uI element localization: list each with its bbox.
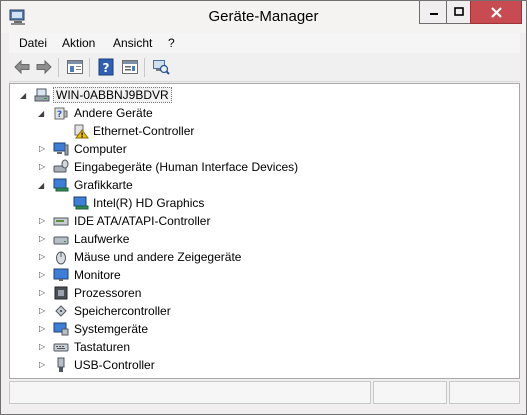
maximize-button[interactable] <box>446 1 472 24</box>
tree-item-label: Eingabegeräte (Human Interface Devices) <box>74 160 299 174</box>
tree-root[interactable]: ◢ WIN-0ABBNJ9BDVR <box>10 86 410 104</box>
storage-controller-icon <box>55 305 67 317</box>
processor-icon <box>54 286 68 300</box>
tree-item-systemgeraete[interactable]: ▷ Systemgeräte <box>10 320 410 338</box>
tree-item-tastaturen[interactable]: ▷ Tastaturen <box>10 338 410 356</box>
menu-help[interactable]: ? <box>168 36 175 50</box>
status-panel <box>373 381 447 404</box>
display-adapter-icon <box>53 178 69 192</box>
menu-aktion[interactable]: Aktion <box>62 36 95 50</box>
system-devices-icon <box>53 322 69 336</box>
computer-icon <box>53 142 69 156</box>
tree-item-maeuse[interactable]: ▷ Mäuse und andere Zeigegeräte <box>10 248 410 266</box>
toolbar-separator <box>144 58 145 77</box>
collapse-arrow-icon[interactable]: ◢ <box>20 92 28 100</box>
tree-item-speichercontroller[interactable]: ▷ Speichercontroller <box>10 302 410 320</box>
status-bar <box>9 379 520 406</box>
status-panel <box>449 381 520 404</box>
forward-arrow-icon[interactable] <box>35 58 53 76</box>
menu-datei[interactable]: Datei <box>19 36 47 50</box>
expand-arrow-icon[interactable]: ▷ <box>39 361 47 369</box>
svg-text:?: ? <box>57 110 62 120</box>
minimize-button[interactable] <box>419 1 448 24</box>
tree-item-label: Systemgeräte <box>74 322 149 336</box>
usb-icon <box>57 357 65 372</box>
tree-item-eingabegeraete[interactable]: ▷ Eingabegeräte (Human Interface Devices… <box>10 158 430 176</box>
status-panel <box>9 381 371 404</box>
back-arrow-icon[interactable] <box>13 58 31 76</box>
tree-item-label: IDE ATA/ATAPI-Controller <box>74 214 211 228</box>
toolbar-separator <box>58 58 59 77</box>
tree-item-label: Laufwerke <box>74 232 130 246</box>
tree-item-intel-hd-graphics[interactable]: Intel(R) HD Graphics <box>10 194 410 212</box>
tree-item-computer[interactable]: ▷ Computer <box>10 140 410 158</box>
menu-ansicht[interactable]: Ansicht <box>113 36 152 50</box>
tree-item-monitore[interactable]: ▷ Monitore <box>10 266 410 284</box>
keyboard-icon <box>53 343 69 352</box>
expand-arrow-icon[interactable]: ▷ <box>39 253 47 261</box>
tree-item-label: Andere Geräte <box>74 106 153 120</box>
expand-arrow-icon[interactable]: ▷ <box>39 163 47 171</box>
properties-window-icon[interactable] <box>66 58 84 76</box>
expand-arrow-icon[interactable]: ▷ <box>39 289 47 297</box>
help-icon[interactable]: ? <box>97 58 115 76</box>
tree-item-label: Prozessoren <box>74 286 142 300</box>
close-icon <box>490 6 502 18</box>
disk-drive-icon <box>53 236 69 245</box>
tree-item-label: Intel(R) HD Graphics <box>93 196 205 210</box>
unknown-device-icon: ? <box>54 107 68 120</box>
computer-icon <box>34 88 50 102</box>
device-manager-window: Geräte-Manager Datei Aktion Ansicht ? ? … <box>0 0 527 415</box>
svg-text:?: ? <box>103 61 110 75</box>
toolbar-separator <box>89 58 90 77</box>
toolbar: ? <box>9 54 520 82</box>
collapse-arrow-icon[interactable]: ◢ <box>38 182 46 190</box>
expand-arrow-icon[interactable]: ▷ <box>39 325 47 333</box>
title-bar[interactable]: Geräte-Manager <box>1 1 526 33</box>
monitor-icon <box>53 268 69 281</box>
tree-item-label: Speichercontroller <box>74 304 171 318</box>
tree-item-prozessoren[interactable]: ▷ Prozessoren <box>10 284 410 302</box>
expand-arrow-icon[interactable]: ▷ <box>39 217 47 225</box>
hid-icon <box>53 159 69 173</box>
tree-item-ethernet-controller[interactable]: Ethernet-Controller <box>10 122 410 140</box>
mouse-icon <box>56 251 66 265</box>
expand-arrow-icon[interactable]: ▷ <box>39 307 47 315</box>
device-view-icon[interactable] <box>121 58 139 76</box>
display-adapter-icon <box>73 196 89 210</box>
maximize-icon <box>454 7 464 16</box>
tree-item-label: Grafikkarte <box>74 178 133 192</box>
minimize-icon <box>429 13 438 15</box>
root-label: WIN-0ABBNJ9BDVR <box>53 87 172 103</box>
expand-arrow-icon[interactable]: ▷ <box>39 145 47 153</box>
expand-arrow-icon[interactable]: ▷ <box>39 271 47 279</box>
ide-controller-icon <box>53 217 69 226</box>
tree-item-grafikkarte[interactable]: ◢ Grafikkarte <box>10 176 410 194</box>
tree-item-label: Ethernet-Controller <box>93 124 195 138</box>
tree-item-label: Monitore <box>74 268 121 282</box>
tree-item-label: Mäuse und andere Zeigegeräte <box>74 250 242 264</box>
scan-hardware-icon[interactable] <box>152 58 170 76</box>
tree-item-laufwerke[interactable]: ▷ Laufwerke <box>10 230 410 248</box>
tree-item-andere-geraete[interactable]: ◢ ? Andere Geräte <box>10 104 410 122</box>
expand-arrow-icon[interactable]: ▷ <box>39 343 47 351</box>
warning-device-icon <box>74 124 89 139</box>
tree-item-ide-controller[interactable]: ▷ IDE ATA/ATAPI-Controller <box>10 212 410 230</box>
expand-arrow-icon[interactable]: ▷ <box>39 235 47 243</box>
close-button[interactable] <box>470 1 522 24</box>
tree-item-usb-controller[interactable]: ▷ USB-Controller <box>10 356 410 374</box>
tree-item-label: Computer <box>74 142 127 156</box>
device-tree[interactable]: ◢ WIN-0ABBNJ9BDVR ◢ ? Andere Geräte Ethe… <box>9 83 520 379</box>
tree-item-label: USB-Controller <box>74 358 155 372</box>
tree-item-label: Tastaturen <box>74 340 131 354</box>
collapse-arrow-icon[interactable]: ◢ <box>38 110 46 118</box>
menu-bar: Datei Aktion Ansicht ? <box>9 33 520 53</box>
